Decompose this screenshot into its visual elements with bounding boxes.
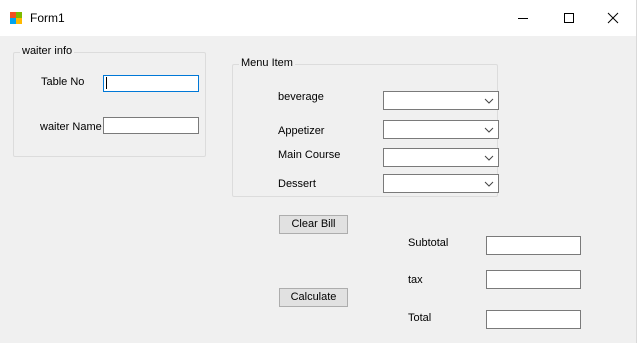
maximize-button[interactable] [546,0,592,36]
clear-bill-button[interactable]: Clear Bill [279,215,348,234]
menu-item-legend: Menu Item [239,57,295,69]
chevron-down-icon [484,98,494,104]
subtotal-field[interactable] [486,236,581,255]
close-button[interactable] [590,0,636,36]
text-caret [106,77,107,89]
subtotal-label: Subtotal [408,237,449,249]
dessert-combo[interactable] [383,174,499,193]
chevron-down-icon [484,181,494,187]
chevron-down-icon [484,155,494,161]
title-bar: Form1 [0,0,636,36]
waiter-name-input[interactable] [103,117,199,134]
waiter-info-legend: waiter info [20,45,75,57]
total-field[interactable] [486,310,581,329]
appetizer-label: Appetizer [278,125,325,137]
beverage-label: beverage [278,91,324,103]
dessert-label: Dessert [278,178,316,190]
calculate-button[interactable]: Calculate [279,288,348,307]
windows-form-icon [10,12,22,24]
minimize-icon [518,18,528,19]
minimize-button[interactable] [500,0,546,36]
total-label: Total [408,312,432,324]
main-course-label: Main Course [278,149,341,161]
tax-field[interactable] [486,270,581,289]
table-no-input[interactable] [103,75,199,92]
tax-label: tax [408,274,423,286]
window-title: Form1 [30,11,65,25]
table-no-label: Table No [41,76,85,88]
beverage-combo[interactable] [383,91,499,110]
main-course-combo[interactable] [383,148,499,167]
close-icon [607,12,619,24]
maximize-icon [564,13,574,23]
chevron-down-icon [484,127,494,133]
appetizer-combo[interactable] [383,120,499,139]
form-window: Form1 waiter info Table No waiter Name M… [0,0,637,343]
waiter-name-label: waiter Name [40,121,102,133]
waiter-info-group: waiter info [13,45,206,157]
